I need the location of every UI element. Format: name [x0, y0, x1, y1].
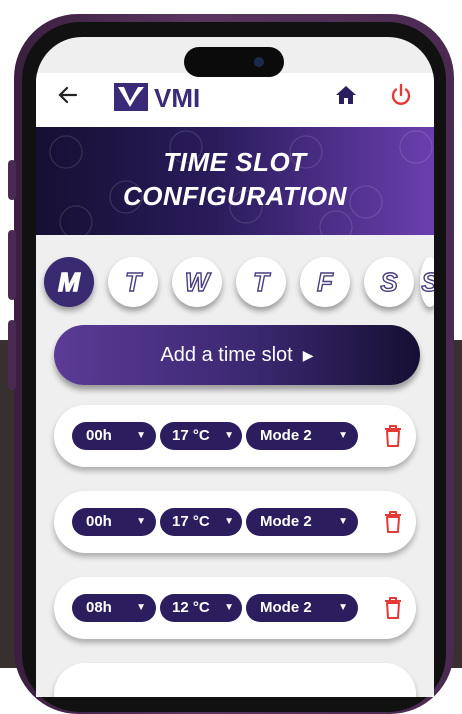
day-button-monday[interactable]: M [44, 257, 94, 307]
logo-text: VMI [154, 83, 200, 113]
camera-notch [184, 47, 284, 77]
app-screen: VMI TIME SLOT CONFIGURATION M T W T F S [36, 37, 434, 697]
arrow-left-icon[interactable] [56, 83, 80, 107]
day-button-friday[interactable]: F [300, 257, 350, 307]
phone-side-button [8, 230, 16, 300]
temperature-select[interactable]: 17 °C ▼ [160, 508, 242, 536]
chevron-down-icon: ▼ [224, 430, 234, 441]
home-icon[interactable] [334, 83, 358, 107]
caret-right-icon: ▶ [302, 346, 314, 363]
day-selector: M T W T F S S [36, 249, 434, 319]
phone-side-button [8, 320, 16, 390]
time-slot-row [54, 663, 416, 697]
trash-icon[interactable] [384, 510, 402, 534]
chevron-down-icon: ▼ [224, 516, 234, 527]
add-time-slot-button[interactable]: Add a time slot ▶ [54, 325, 420, 385]
chevron-down-icon: ▼ [136, 516, 146, 527]
hour-value: 08h [86, 599, 112, 616]
temperature-value: 17 °C [172, 427, 210, 444]
time-slot-row: 08h ▼ 12 °C ▼ Mode 2 ▼ [54, 577, 416, 639]
trash-icon[interactable] [384, 596, 402, 620]
top-bar: VMI [36, 73, 434, 127]
mode-select[interactable]: Mode 2 ▼ [246, 508, 358, 536]
mode-select[interactable]: Mode 2 ▼ [246, 422, 358, 450]
hour-value: 00h [86, 427, 112, 444]
hour-select[interactable]: 08h ▼ [72, 594, 156, 622]
mode-value: Mode 2 [260, 427, 312, 444]
hour-select[interactable]: 00h ▼ [72, 508, 156, 536]
temperature-select[interactable]: 17 °C ▼ [160, 422, 242, 450]
day-button-saturday[interactable]: S [364, 257, 414, 307]
chevron-down-icon: ▼ [338, 602, 348, 613]
page-title-line1: TIME SLOT [163, 147, 307, 177]
chevron-down-icon: ▼ [136, 430, 146, 441]
page-title: TIME SLOT CONFIGURATION [36, 145, 434, 213]
mode-select[interactable]: Mode 2 ▼ [246, 594, 358, 622]
time-slot-row: 00h ▼ 17 °C ▼ Mode 2 ▼ [54, 405, 416, 467]
power-icon[interactable] [389, 83, 413, 107]
day-label-sunday: S [421, 266, 434, 298]
temperature-value: 12 °C [172, 599, 210, 616]
mode-value: Mode 2 [260, 599, 312, 616]
day-button-tuesday[interactable]: T [108, 257, 158, 307]
chevron-down-icon: ▼ [338, 516, 348, 527]
chevron-down-icon: ▼ [136, 602, 146, 613]
add-time-slot-label: Add a time slot [160, 343, 293, 366]
temperature-value: 17 °C [172, 513, 210, 530]
trash-icon[interactable] [384, 424, 402, 448]
temperature-select[interactable]: 12 °C ▼ [160, 594, 242, 622]
time-slot-row: 00h ▼ 17 °C ▼ Mode 2 ▼ [54, 491, 416, 553]
phone-side-button [8, 160, 16, 200]
day-button-wednesday[interactable]: W [172, 257, 222, 307]
title-banner: TIME SLOT CONFIGURATION [36, 127, 434, 235]
hour-value: 00h [86, 513, 112, 530]
day-button-sunday[interactable]: S [420, 257, 434, 307]
chevron-down-icon: ▼ [338, 430, 348, 441]
mode-value: Mode 2 [260, 513, 312, 530]
page-title-line2: CONFIGURATION [122, 181, 348, 211]
camera-icon [254, 57, 264, 67]
chevron-down-icon: ▼ [224, 602, 234, 613]
vmi-logo: VMI [114, 81, 224, 113]
day-button-thursday[interactable]: T [236, 257, 286, 307]
hour-select[interactable]: 00h ▼ [72, 422, 156, 450]
